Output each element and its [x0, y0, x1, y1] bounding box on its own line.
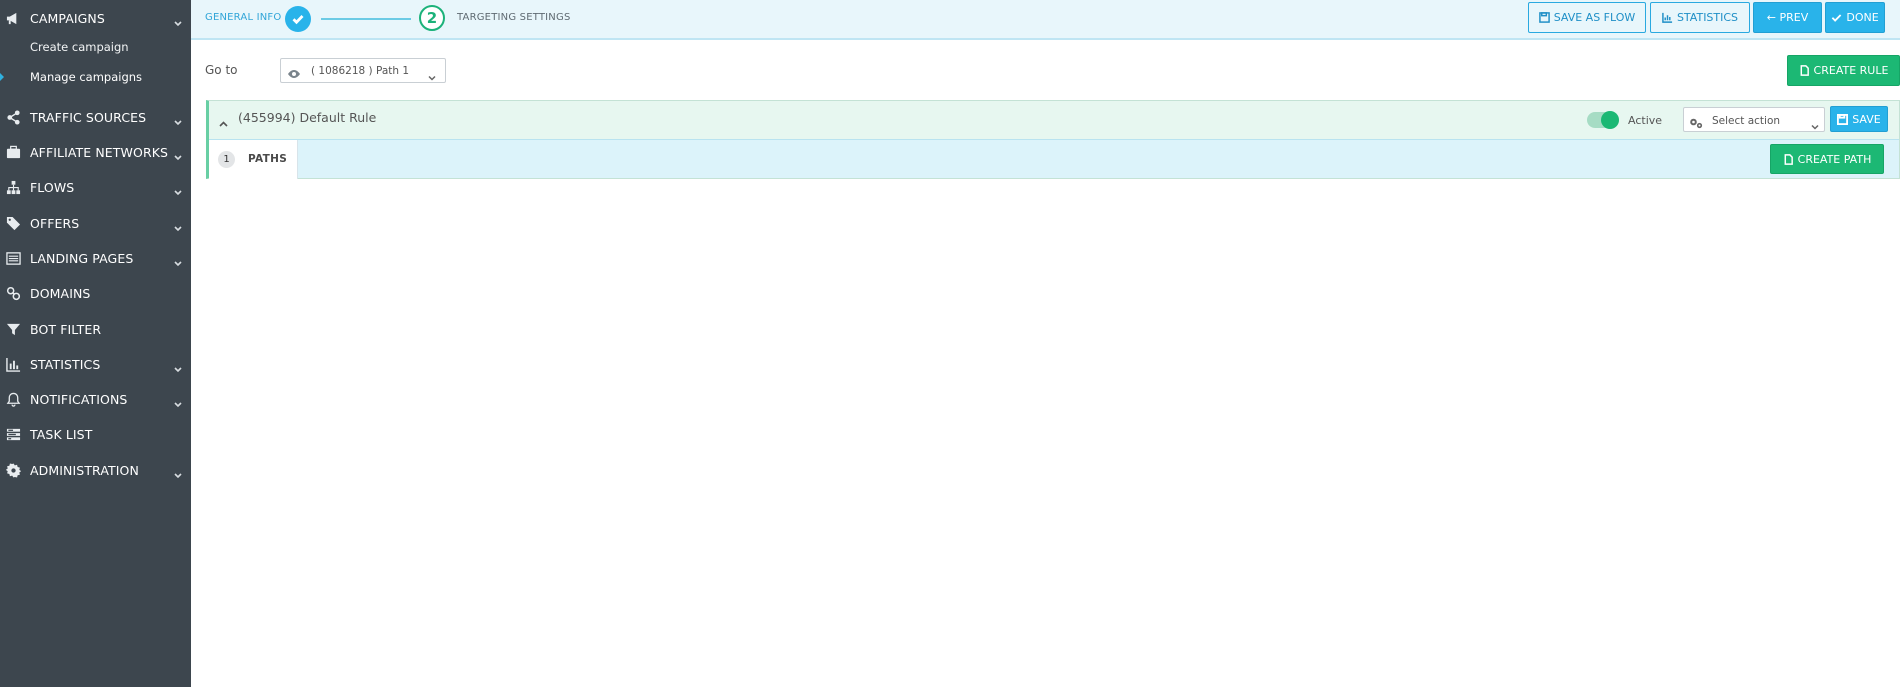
save-as-flow-label: SAVE AS FLOW [1553, 11, 1636, 24]
rule-active-toggle[interactable] [1587, 111, 1619, 129]
step-general-info-label[interactable]: GENERAL INFO [205, 12, 281, 23]
eye-icon [287, 65, 301, 78]
sidebar-item-label: NOTIFICATIONS [30, 391, 128, 407]
goto-selected-value: ( 1086218 ) Path 1 [311, 65, 410, 77]
chevron-down-icon [174, 182, 184, 196]
done-button[interactable]: DONE [1825, 2, 1885, 33]
done-label: DONE [1846, 11, 1879, 24]
chevron-down-icon [174, 147, 184, 161]
rule-save-button[interactable]: SAVE [1830, 106, 1888, 132]
paths-tab-label: PATHS [248, 153, 288, 165]
rule-active-label: Active [1628, 114, 1663, 127]
link-icon [5, 285, 21, 301]
sidebar-item-landing-pages[interactable]: LANDING PAGES [0, 243, 191, 273]
briefcase-icon [5, 144, 21, 160]
sidebar-item-task-list[interactable]: TASK LIST [0, 419, 191, 449]
goto-label: Go to [205, 63, 238, 77]
rule-action-select[interactable]: Select action [1683, 107, 1825, 132]
sidebar-item-bot-filter[interactable]: BOT FILTER [0, 314, 191, 344]
sidebar-item-label: AFFILIATE NETWORKS [30, 144, 169, 160]
statistics-button[interactable]: STATISTICS [1650, 2, 1750, 33]
gears-icon [1689, 114, 1703, 129]
rule-action-placeholder: Select action [1712, 115, 1781, 127]
tasks-icon [5, 426, 21, 442]
app-root: CAMPAIGNS Create campaign Manage campaig… [0, 0, 1900, 687]
create-path-label: CREATE PATH [1797, 152, 1872, 166]
chevron-up-icon[interactable] [219, 114, 229, 127]
sidebar-sub-create-campaign[interactable]: Create campaign [30, 40, 129, 54]
file-icon [1784, 153, 1793, 165]
chevron-down-icon [174, 112, 184, 126]
toggle-knob [1601, 111, 1619, 129]
chevron-down-icon [428, 67, 436, 81]
create-rule-label: CREATE RULE [1813, 64, 1889, 77]
sidebar-item-label: DOMAINS [30, 285, 91, 301]
chevron-down-icon [174, 13, 184, 27]
sidebar-sub-manage-campaigns[interactable]: Manage campaigns [30, 70, 142, 84]
sidebar: CAMPAIGNS Create campaign Manage campaig… [0, 0, 191, 687]
step-complete-checkmark-icon[interactable] [285, 6, 311, 32]
sidebar-item-affiliate-networks[interactable]: AFFILIATE NETWORKS [0, 137, 191, 167]
sidebar-item-notifications[interactable]: NOTIFICATIONS [0, 384, 191, 414]
rule-save-label: SAVE [1852, 112, 1881, 126]
chevron-down-icon [174, 465, 184, 479]
rule-header: (455994) Default Rule Active Select acti… [209, 101, 1899, 138]
paths-bar: 1 PATHS CREATE PATH [209, 139, 1899, 179]
sidebar-item-label: TRAFFIC SOURCES [30, 109, 147, 125]
sidebar-item-label: LANDING PAGES [30, 250, 134, 266]
sitemap-icon [5, 179, 21, 195]
filter-icon [5, 321, 21, 337]
statistics-label: STATISTICS [1676, 11, 1739, 24]
wizard-bar: GENERAL INFO 2 TARGETING SETTINGS SAVE A… [191, 0, 1900, 40]
step-number-badge: 2 [419, 5, 445, 31]
sidebar-item-label: BOT FILTER [30, 321, 102, 337]
sidebar-item-flows[interactable]: FLOWS [0, 172, 191, 202]
megaphone-icon [5, 10, 21, 26]
bar-chart-icon [1662, 12, 1673, 23]
step-targeting-settings-label: TARGETING SETTINGS [457, 12, 571, 23]
list-alt-icon [5, 250, 21, 266]
sidebar-item-label: TASK LIST [30, 426, 93, 442]
sidebar-item-offers[interactable]: OFFERS [0, 208, 191, 238]
step-connector [321, 18, 411, 20]
sidebar-item-statistics[interactable]: STATISTICS [0, 349, 191, 379]
create-path-button[interactable]: CREATE PATH [1770, 144, 1884, 174]
save-as-flow-button[interactable]: SAVE AS FLOW [1528, 2, 1646, 33]
rule-panel: (455994) Default Rule Active Select acti… [206, 100, 1900, 179]
chevron-down-icon [1811, 116, 1819, 130]
file-icon [1800, 65, 1809, 76]
rule-title[interactable]: (455994) Default Rule [238, 110, 376, 125]
sidebar-item-label: ADMINISTRATION [30, 462, 139, 478]
chevron-down-icon [174, 359, 184, 373]
active-indicator [0, 73, 4, 81]
floppy-disk-icon [1538, 12, 1550, 23]
create-rule-button[interactable]: CREATE RULE [1787, 55, 1900, 86]
tags-icon [5, 215, 21, 231]
prev-button[interactable]: ← PREV [1753, 2, 1822, 33]
sidebar-item-label: STATISTICS [30, 356, 101, 372]
floppy-disk-icon [1837, 113, 1849, 125]
sidebar-item-traffic-sources[interactable]: TRAFFIC SOURCES [0, 102, 191, 132]
sidebar-item-label: OFFERS [30, 215, 80, 231]
bar-chart-icon [5, 356, 21, 372]
sidebar-item-label: CAMPAIGNS [30, 10, 105, 26]
chevron-down-icon [174, 218, 184, 232]
sidebar-item-campaigns[interactable]: CAMPAIGNS [0, 3, 191, 33]
chevron-down-icon [174, 394, 184, 408]
chevron-down-icon [174, 253, 184, 267]
paths-count-badge: 1 [218, 151, 235, 168]
check-icon [1832, 14, 1842, 22]
tab-paths[interactable]: 1 PATHS [209, 140, 298, 179]
sidebar-item-administration[interactable]: ADMINISTRATION [0, 455, 191, 485]
bell-icon [5, 391, 21, 407]
sidebar-item-domains[interactable]: DOMAINS [0, 278, 191, 308]
goto-path-select[interactable]: ( 1086218 ) Path 1 [280, 58, 446, 83]
prev-label: ← PREV [1766, 11, 1809, 24]
gear-icon [5, 462, 21, 478]
sidebar-item-label: FLOWS [30, 179, 75, 195]
share-icon [5, 109, 21, 125]
